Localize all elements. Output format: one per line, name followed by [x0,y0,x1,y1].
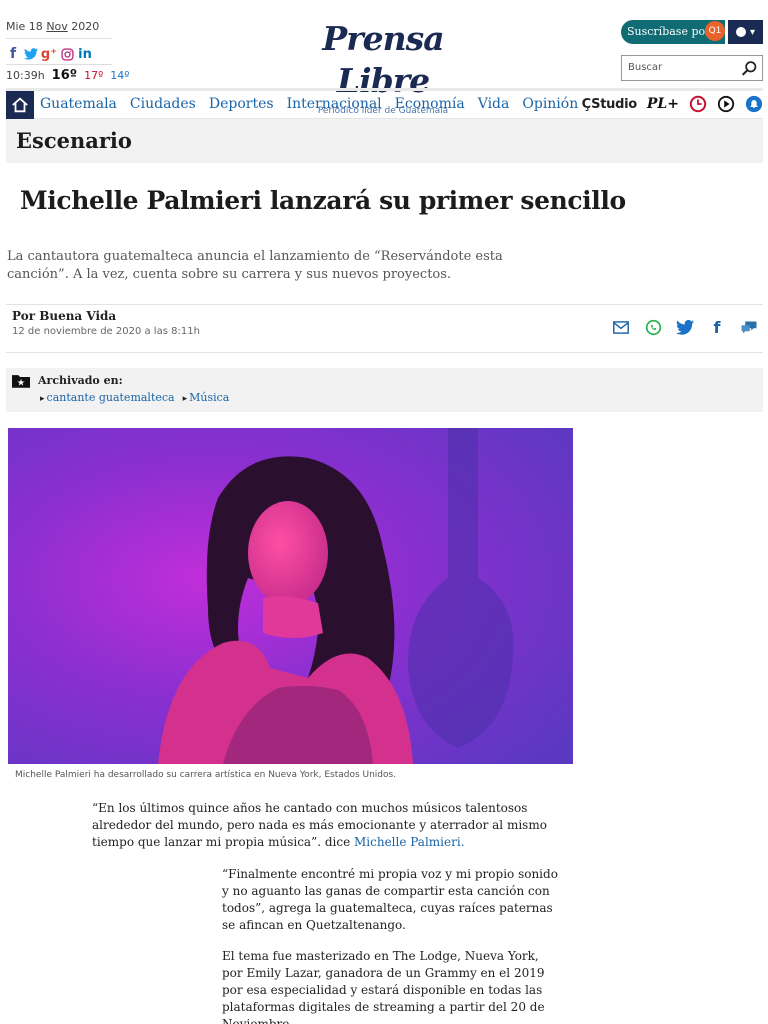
nav-item-guatemala[interactable]: Guatemala [40,96,117,112]
nav-item-opinion[interactable]: Opinión [522,96,578,112]
article-headline: Michelle Palmieri lanzará su primer senc… [20,186,626,215]
search-icon[interactable] [741,60,758,77]
divider [6,304,763,305]
nav-links: Guatemala Ciudades Deportes Internaciona… [40,96,578,112]
temperature-now: 16º [51,68,78,83]
article-lead: La cantautora guatemalteca anuncia el la… [7,249,503,282]
divider [6,38,112,39]
nav-item-internacional[interactable]: Internacional [287,96,382,112]
linkedin-icon[interactable]: in [78,46,92,62]
current-time: 10:39h [6,69,45,82]
article-byline[interactable]: Por Buena Vida [12,309,116,323]
plplus-link[interactable]: PL+ [647,96,679,112]
bell-icon[interactable] [745,95,763,113]
subscribe-label: Suscríbase por [627,25,711,38]
instagram-icon[interactable] [60,46,74,62]
weather-widget: 10:39h 16º 17º 14º [6,68,129,83]
date-month: Nov [46,20,68,33]
whatsapp-icon[interactable] [644,318,662,336]
folder-star-icon [12,375,30,388]
search-input[interactable]: Buscar [621,55,763,81]
divider [6,352,763,353]
user-icon [735,27,746,37]
date-day: Mie 18 [6,20,43,33]
article-paragraph: “En los últimos quince años he cantado c… [92,800,560,851]
account-menu-button[interactable]: ▾ [728,20,763,44]
date-year: 2020 [71,20,100,33]
nav-item-deportes[interactable]: Deportes [209,96,274,112]
nav-item-ciudades[interactable]: Ciudades [130,96,196,112]
email-icon[interactable] [612,318,630,336]
twitter-icon[interactable] [676,318,694,336]
nav-tools: ÇStudio PL+ [582,95,763,113]
article-paragraph: El tema fue masterizado en The Lodge, Nu… [222,949,545,1024]
archived-tags: Archivado en: cantante guatemalteca Músi… [6,368,763,412]
archived-label: Archivado en: [38,374,123,387]
home-button[interactable] [6,91,34,119]
section-title[interactable]: Escenario [16,128,132,153]
tag-list: cantante guatemalteca Música [40,391,230,404]
search-placeholder: Buscar [628,62,663,73]
section-header: Escenario [6,119,763,163]
tag-link[interactable]: Música [183,391,229,404]
current-date: Mie 18 Nov 2020 [6,20,99,33]
studio-icon: Ç [581,96,592,112]
studio-label: Studio [591,96,637,112]
article-date: 12 de noviembre de 2020 a las 8:11h [12,326,200,337]
nav-item-vida[interactable]: Vida [478,96,510,112]
facebook-icon[interactable]: f [708,318,726,337]
temperature-high: 17º [84,69,104,82]
comments-icon[interactable] [740,318,758,336]
share-buttons: f [612,318,758,337]
nav-item-economia[interactable]: Economía [395,96,465,112]
facebook-icon[interactable]: f [6,46,20,62]
googleplus-icon[interactable]: g⁺ [41,46,57,62]
article-paragraph: “Finalmente encontré mi propia voz y mi … [222,867,558,932]
play-icon[interactable] [717,95,735,113]
photo-caption: Michelle Palmieri ha desarrollado su car… [15,770,397,780]
home-icon [12,97,28,113]
studio-link[interactable]: ÇStudio [581,96,638,112]
twitter-icon[interactable] [24,46,38,62]
main-navigation: Guatemala Ciudades Deportes Internaciona… [6,88,763,119]
article-photo [8,428,573,764]
divider [6,64,112,65]
social-links: f g⁺ in [6,46,92,62]
temperature-low: 14º [110,69,130,82]
author-link[interactable]: Michelle Palmieri. [354,835,465,849]
clock-icon[interactable] [689,95,707,113]
tag-link[interactable]: cantante guatemalteca [40,391,175,404]
chevron-down-icon: ▾ [749,26,756,38]
paragraph-text: “En los últimos quince años he cantado c… [92,801,547,849]
site-header: Mie 18 Nov 2020 f g⁺ in 10:39h 16º 17º 1… [0,0,768,116]
subscribe-price-badge[interactable]: Q1 [705,21,725,41]
portrait-illustration [8,428,573,764]
